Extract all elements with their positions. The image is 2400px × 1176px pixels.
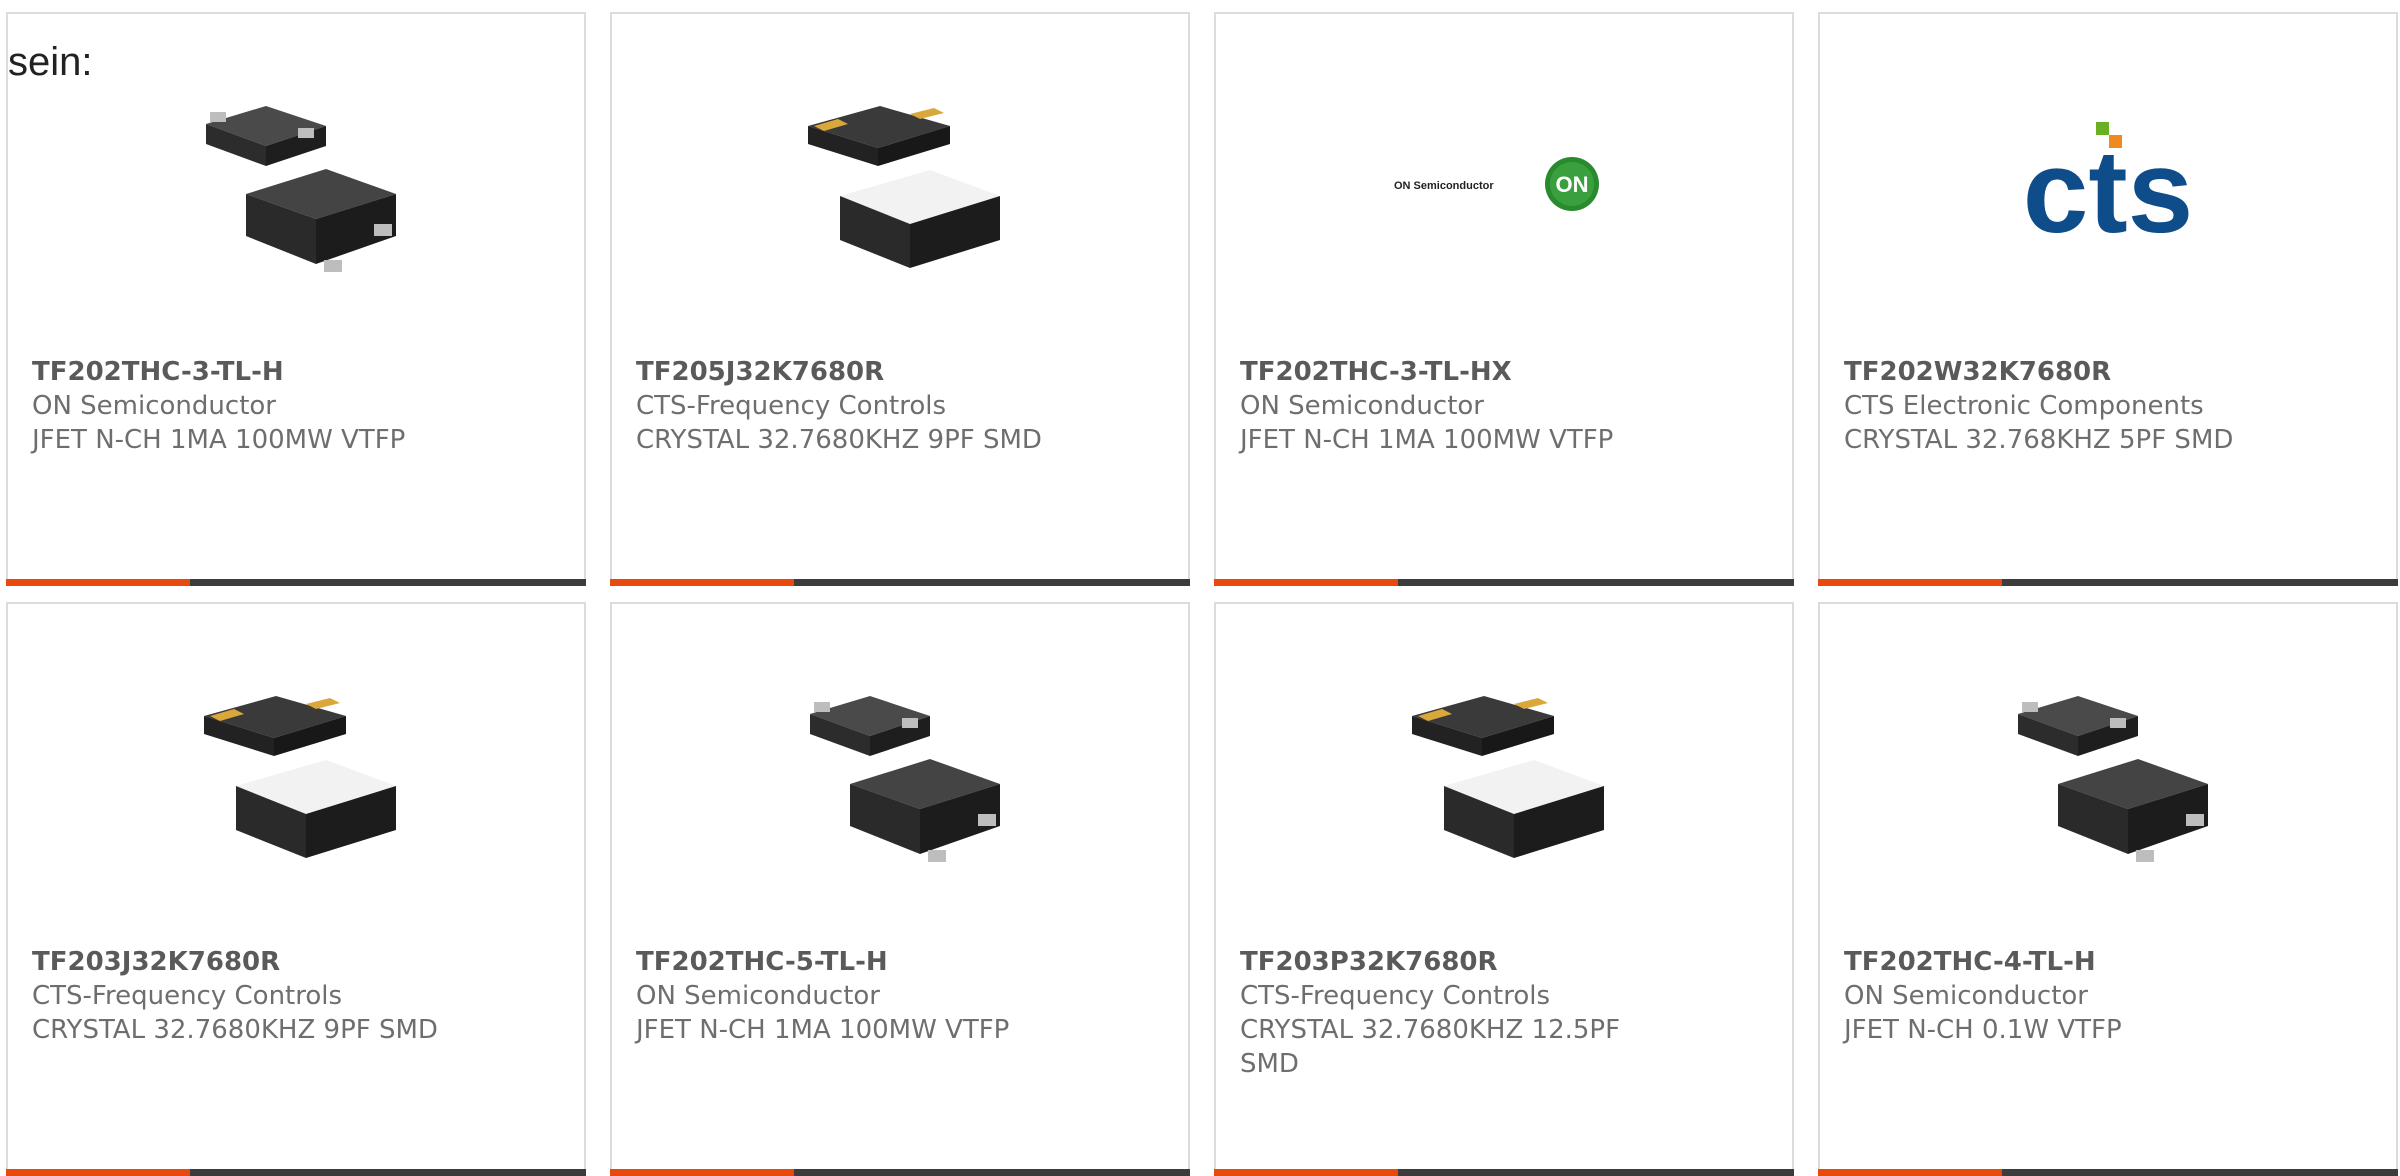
product-image[interactable]: ON Semiconductor ON [1216, 84, 1792, 284]
part-number-link[interactable]: TF203P32K7680R [1240, 945, 1632, 979]
card-bottom-bar [610, 1169, 1190, 1176]
product-card[interactable]: TF202THC-4-TL-H ON Semiconductor JFET N-… [1818, 602, 2398, 1176]
product-card[interactable]: TF202THC-3-TL-H ON Semiconductor JFET N-… [6, 12, 586, 586]
card-accent-bar [610, 579, 794, 586]
manufacturer-name: ON Semiconductor [1240, 391, 1484, 421]
product-card[interactable]: TF202THC-5-TL-H ON Semiconductor JFET N-… [610, 602, 1190, 1176]
card-bottom-bar [6, 579, 586, 586]
product-card[interactable]: TF203P32K7680R CTS-Frequency Controls CR… [1214, 602, 1794, 1176]
manufacturer-name: CTS Electronic Components [1844, 391, 2204, 421]
manufacturer-name: ON Semiconductor [1844, 981, 2088, 1011]
product-card[interactable]: TF203J32K7680R CTS-Frequency Controls CR… [6, 602, 586, 1176]
on-semiconductor-logo: ON Semiconductor ON [1394, 157, 1599, 211]
product-description: CRYSTAL 32.7680KHZ 9PF SMD [636, 425, 1042, 455]
crystal-package-icon [1412, 696, 1604, 858]
card-bottom-bar [6, 1169, 586, 1176]
product-info: TF202THC-5-TL-H ON Semiconductor JFET N-… [636, 945, 1164, 1047]
product-description: JFET N-CH 1MA 100MW VTFP [32, 425, 406, 455]
product-grid: TF202THC-3-TL-H ON Semiconductor JFET N-… [6, 12, 2398, 1176]
card-bottom-bar [1214, 579, 1794, 586]
manufacturer-name: ON Semiconductor [636, 981, 880, 1011]
product-card[interactable]: ON Semiconductor ON TF202THC-3-TL-HX ON … [1214, 12, 1794, 586]
product-description: CRYSTAL 32.7680KHZ 12.5PF SMD [1240, 1015, 1621, 1079]
card-accent-bar [6, 1169, 190, 1176]
cts-logo: cts [2023, 122, 2194, 254]
product-image[interactable] [1216, 674, 1792, 874]
product-info: TF202THC-3-TL-H ON Semiconductor JFET N-… [32, 355, 560, 457]
part-number-link[interactable]: TF203J32K7680R [32, 945, 560, 979]
product-info: TF202W32K7680R CTS Electronic Components… [1844, 355, 2372, 457]
manufacturer-name: ON Semiconductor [32, 391, 276, 421]
card-bottom-bar [610, 579, 1190, 586]
part-number-link[interactable]: TF202THC-3-TL-HX [1240, 355, 1768, 389]
part-number-link[interactable]: TF202W32K7680R [1844, 355, 2372, 389]
cts-logo-text: cts [2023, 126, 2194, 254]
product-image[interactable] [612, 674, 1188, 874]
manufacturer-name: CTS-Frequency Controls [636, 391, 947, 421]
product-description: CRYSTAL 32.768KHZ 5PF SMD [1844, 425, 2234, 455]
product-description: JFET N-CH 1MA 100MW VTFP [636, 1015, 1010, 1045]
crystal-package-icon [808, 106, 1000, 268]
card-bottom-bar [1818, 579, 2398, 586]
product-image[interactable]: cts [1820, 84, 2396, 284]
part-number-link[interactable]: TF205J32K7680R [636, 355, 1164, 389]
card-bottom-bar [1214, 1169, 1794, 1176]
card-bottom-bar [1818, 1169, 2398, 1176]
crystal-package-icon [204, 696, 396, 858]
product-info: TF202THC-3-TL-HX ON Semiconductor JFET N… [1240, 355, 1768, 457]
on-logo-text: ON Semiconductor [1394, 180, 1494, 192]
intro-text: sein: [8, 40, 93, 84]
product-info: TF202THC-4-TL-H ON Semiconductor JFET N-… [1844, 945, 2372, 1047]
product-info: TF203P32K7680R CTS-Frequency Controls CR… [1240, 945, 1632, 1081]
card-accent-bar [6, 579, 190, 586]
product-image[interactable] [8, 84, 584, 284]
product-info: TF205J32K7680R CTS-Frequency Controls CR… [636, 355, 1164, 457]
card-accent-bar [1214, 579, 1398, 586]
manufacturer-name: CTS-Frequency Controls [1240, 981, 1551, 1011]
product-image[interactable] [612, 84, 1188, 284]
product-description: JFET N-CH 1MA 100MW VTFP [1240, 425, 1614, 455]
sot-package-icon [810, 696, 1000, 862]
card-accent-bar [1818, 579, 2002, 586]
product-description: JFET N-CH 0.1W VTFP [1844, 1015, 2122, 1045]
part-number-link[interactable]: TF202THC-5-TL-H [636, 945, 1164, 979]
part-number-link[interactable]: TF202THC-3-TL-H [32, 355, 560, 389]
product-info: TF203J32K7680R CTS-Frequency Controls CR… [32, 945, 560, 1047]
product-description: CRYSTAL 32.7680KHZ 9PF SMD [32, 1015, 438, 1045]
card-accent-bar [1214, 1169, 1398, 1176]
product-image[interactable] [8, 674, 584, 874]
product-card[interactable]: cts TF202W32K7680R CTS Electronic Compon… [1818, 12, 2398, 586]
manufacturer-name: CTS-Frequency Controls [32, 981, 343, 1011]
product-image[interactable] [1820, 674, 2396, 874]
on-logo-mark: ON [1556, 172, 1589, 197]
sot-package-icon [206, 106, 396, 272]
card-accent-bar [610, 1169, 794, 1176]
card-accent-bar [1818, 1169, 2002, 1176]
sot-package-icon [2018, 696, 2208, 862]
part-number-link[interactable]: TF202THC-4-TL-H [1844, 945, 2372, 979]
product-card[interactable]: TF205J32K7680R CTS-Frequency Controls CR… [610, 12, 1190, 586]
